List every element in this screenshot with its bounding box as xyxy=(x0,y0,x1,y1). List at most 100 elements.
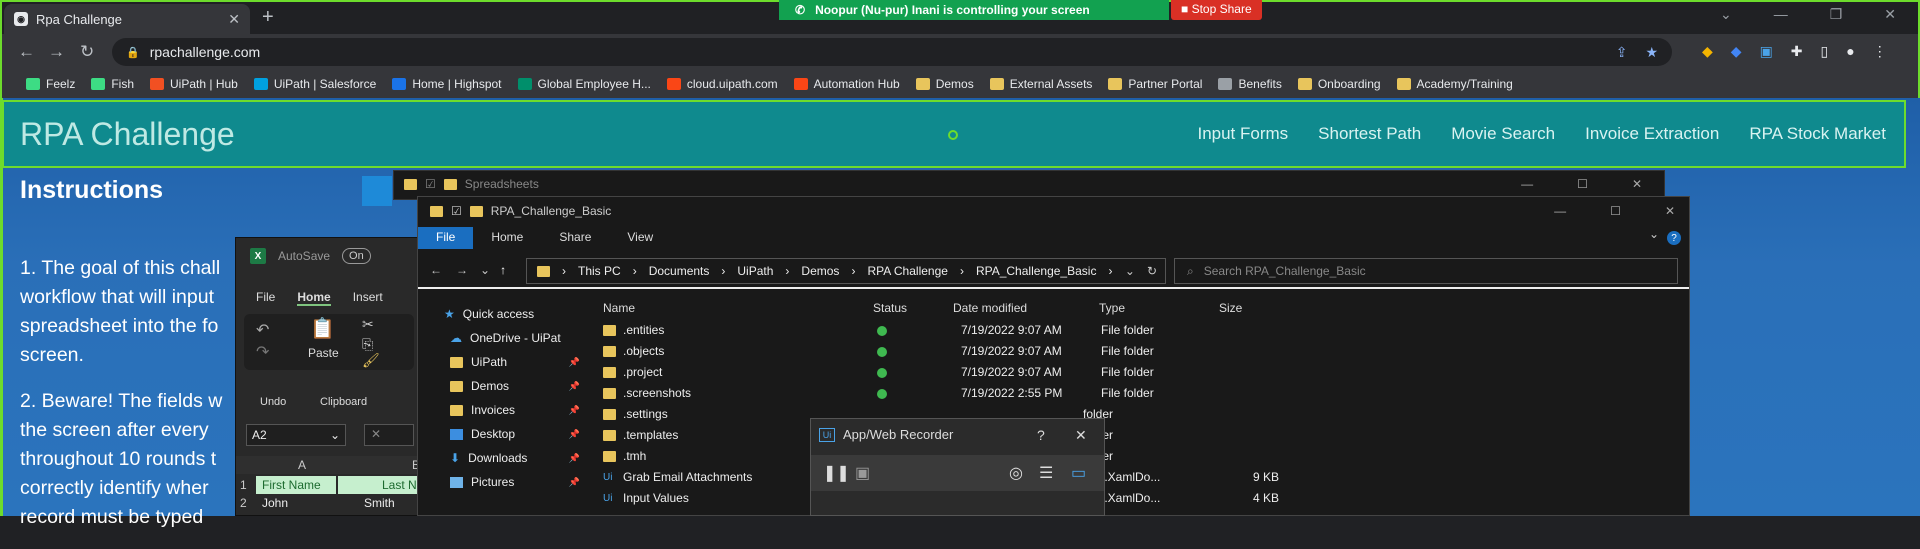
ribbon-home[interactable]: Home xyxy=(473,227,541,249)
bookmark-item[interactable]: Global Employee H... xyxy=(517,77,651,91)
bookmark-item[interactable]: External Assets xyxy=(989,77,1092,91)
crumb[interactable]: RPA_Challenge_Basic xyxy=(976,264,1097,278)
formula-cancel[interactable]: ✕ xyxy=(364,424,414,446)
bookmark-item[interactable]: UiPath | Hub xyxy=(150,77,238,91)
row-header[interactable]: 1 xyxy=(240,478,247,492)
file-row[interactable]: .screenshots 7/19/2022 2:55 PM File folder xyxy=(593,386,1293,406)
chevron-down-icon[interactable]: ⌄ xyxy=(1720,6,1732,23)
tab-close-icon[interactable]: ✕ xyxy=(228,11,240,28)
back-arrow-icon[interactable]: ← xyxy=(430,263,442,277)
undo-icon[interactable]: ↶ xyxy=(256,320,269,340)
bookmark-item[interactable]: Onboarding xyxy=(1297,77,1381,91)
bookmark-item[interactable]: Benefits xyxy=(1218,77,1282,91)
close-icon[interactable]: ✕ xyxy=(1632,177,1642,191)
nav-invoice-extraction[interactable]: Invoice Extraction xyxy=(1585,124,1719,144)
sidebar-icon[interactable]: ▯ xyxy=(1821,43,1829,60)
uipath-extension-icon[interactable]: ▣ xyxy=(1760,43,1773,60)
nav-input-forms[interactable]: Input Forms xyxy=(1197,124,1288,144)
minimize-icon[interactable]: — xyxy=(1774,6,1788,23)
chevron-down-icon[interactable]: ⌄ xyxy=(1125,264,1135,278)
bookmark-item[interactable]: UiPath | Salesforce xyxy=(253,77,376,91)
file-row[interactable]: .objects 7/19/2022 9:07 AM File folder xyxy=(593,344,1293,364)
crumb[interactable]: This PC xyxy=(578,264,621,278)
crumb[interactable]: RPA Challenge xyxy=(867,264,948,278)
bookmark-item[interactable]: Feelz xyxy=(26,77,75,91)
close-window-icon[interactable]: ✕ xyxy=(1884,6,1896,23)
record-target-icon[interactable]: ◎ xyxy=(1009,463,1023,483)
tab-insert[interactable]: Insert xyxy=(353,290,383,306)
forward-arrow-icon[interactable]: → xyxy=(456,263,468,277)
address-bar[interactable]: 🔒 rpachallenge.com ⇪ ★ xyxy=(112,38,1672,66)
column-name[interactable]: Name xyxy=(603,301,635,315)
refresh-icon[interactable]: ↻ xyxy=(1147,264,1157,278)
nav-demos[interactable]: Demos 📌 xyxy=(450,379,580,393)
format-painter-icon[interactable]: 🖌 xyxy=(362,352,380,369)
restore-icon[interactable]: ❐ xyxy=(1830,6,1843,23)
nav-rpa-stock-market[interactable]: RPA Stock Market xyxy=(1749,124,1886,144)
up-arrow-icon[interactable]: ↑ xyxy=(500,263,506,277)
nav-desktop[interactable]: Desktop 📌 xyxy=(450,427,580,441)
autosave-toggle[interactable]: On xyxy=(342,248,371,264)
list-icon[interactable]: ☰ xyxy=(1039,463,1053,483)
save-icon[interactable]: ▣ xyxy=(855,463,870,483)
tab-file[interactable]: File xyxy=(256,290,275,306)
puzzle-icon[interactable]: ✚ xyxy=(1791,43,1803,60)
nav-quick-access[interactable]: ★ Quick access xyxy=(444,307,574,321)
ribbon-view[interactable]: View xyxy=(609,227,671,249)
minimize-icon[interactable]: — xyxy=(1521,177,1533,191)
bookmark-star-icon[interactable]: ★ xyxy=(1645,44,1658,61)
nav-shortest-path[interactable]: Shortest Path xyxy=(1318,124,1421,144)
cell-b1[interactable]: Last N xyxy=(382,478,417,492)
share-icon[interactable]: ⇪ xyxy=(1616,44,1628,61)
bookmark-item[interactable]: Partner Portal xyxy=(1108,77,1202,91)
nav-invoices[interactable]: Invoices 📌 xyxy=(450,403,580,417)
crumb[interactable]: Documents xyxy=(649,264,710,278)
pause-icon[interactable]: ❚❚ xyxy=(823,463,850,483)
cell-a2[interactable]: John xyxy=(262,496,288,510)
bookmark-item[interactable]: cloud.uipath.com xyxy=(666,77,778,91)
bookmark-item[interactable]: Academy/Training xyxy=(1396,77,1513,91)
nav-onedrive[interactable]: ☁ OneDrive - UiPat xyxy=(450,331,580,345)
file-row[interactable]: .entities 7/19/2022 9:07 AM File folder xyxy=(593,323,1293,343)
ribbon-file[interactable]: File xyxy=(418,227,474,249)
cut-icon[interactable]: ✂ xyxy=(362,316,374,333)
nav-movie-search[interactable]: Movie Search xyxy=(1451,124,1555,144)
maximize-icon[interactable]: ☐ xyxy=(1610,204,1621,218)
new-tab-button[interactable]: + xyxy=(262,6,274,29)
row-header[interactable]: 2 xyxy=(240,496,247,510)
column-size[interactable]: Size xyxy=(1219,301,1242,315)
avatar[interactable]: ● xyxy=(1846,43,1854,60)
column-a[interactable]: A xyxy=(298,458,306,472)
chevron-down-icon[interactable]: ⌄ xyxy=(1649,227,1659,249)
paste-icon[interactable]: 📋 xyxy=(310,316,335,341)
back-arrow-icon[interactable]: ← xyxy=(18,42,35,62)
bookmark-item[interactable]: Automation Hub xyxy=(793,77,900,91)
extension-icon[interactable]: ◆ xyxy=(1731,43,1742,60)
copy-icon[interactable]: ⎘ xyxy=(362,336,373,353)
extension-icon[interactable]: ◆ xyxy=(1702,43,1713,60)
browser-tab[interactable]: ◉ Rpa Challenge ✕ xyxy=(4,4,250,34)
bookmark-item[interactable]: Home | Highspot xyxy=(392,77,502,91)
redo-icon[interactable]: ↷ xyxy=(256,342,269,362)
close-button[interactable]: ✕ xyxy=(1075,427,1087,444)
file-row[interactable]: .project 7/19/2022 9:07 AM File folder xyxy=(593,365,1293,385)
nav-uipath[interactable]: UiPath 📌 xyxy=(450,355,580,369)
bookmark-item[interactable]: Demos xyxy=(915,77,974,91)
column-type[interactable]: Type xyxy=(1099,301,1125,315)
rpa-title[interactable]: RPA Challenge xyxy=(20,116,235,153)
ribbon-share[interactable]: Share xyxy=(541,227,609,249)
column-date[interactable]: Date modified xyxy=(953,301,1027,315)
start-button[interactable] xyxy=(362,176,392,206)
nav-pictures[interactable]: Pictures 📌 xyxy=(450,475,580,489)
cell-b2[interactable]: Smith xyxy=(364,496,395,510)
menu-icon[interactable]: ⋮ xyxy=(1873,43,1887,60)
bookmark-item[interactable]: Fish xyxy=(91,77,134,91)
chevron-down-icon[interactable]: ⌄ xyxy=(480,263,490,277)
help-button[interactable]: ? xyxy=(1037,427,1045,443)
column-status[interactable]: Status xyxy=(873,301,907,315)
reload-icon[interactable]: ↻ xyxy=(80,42,94,62)
close-icon[interactable]: ✕ xyxy=(1665,204,1675,218)
maximize-icon[interactable]: ☐ xyxy=(1577,177,1588,191)
stop-share-button[interactable]: ■ Stop Share xyxy=(1171,0,1262,20)
nav-downloads[interactable]: ⬇ Downloads 📌 xyxy=(450,451,580,465)
